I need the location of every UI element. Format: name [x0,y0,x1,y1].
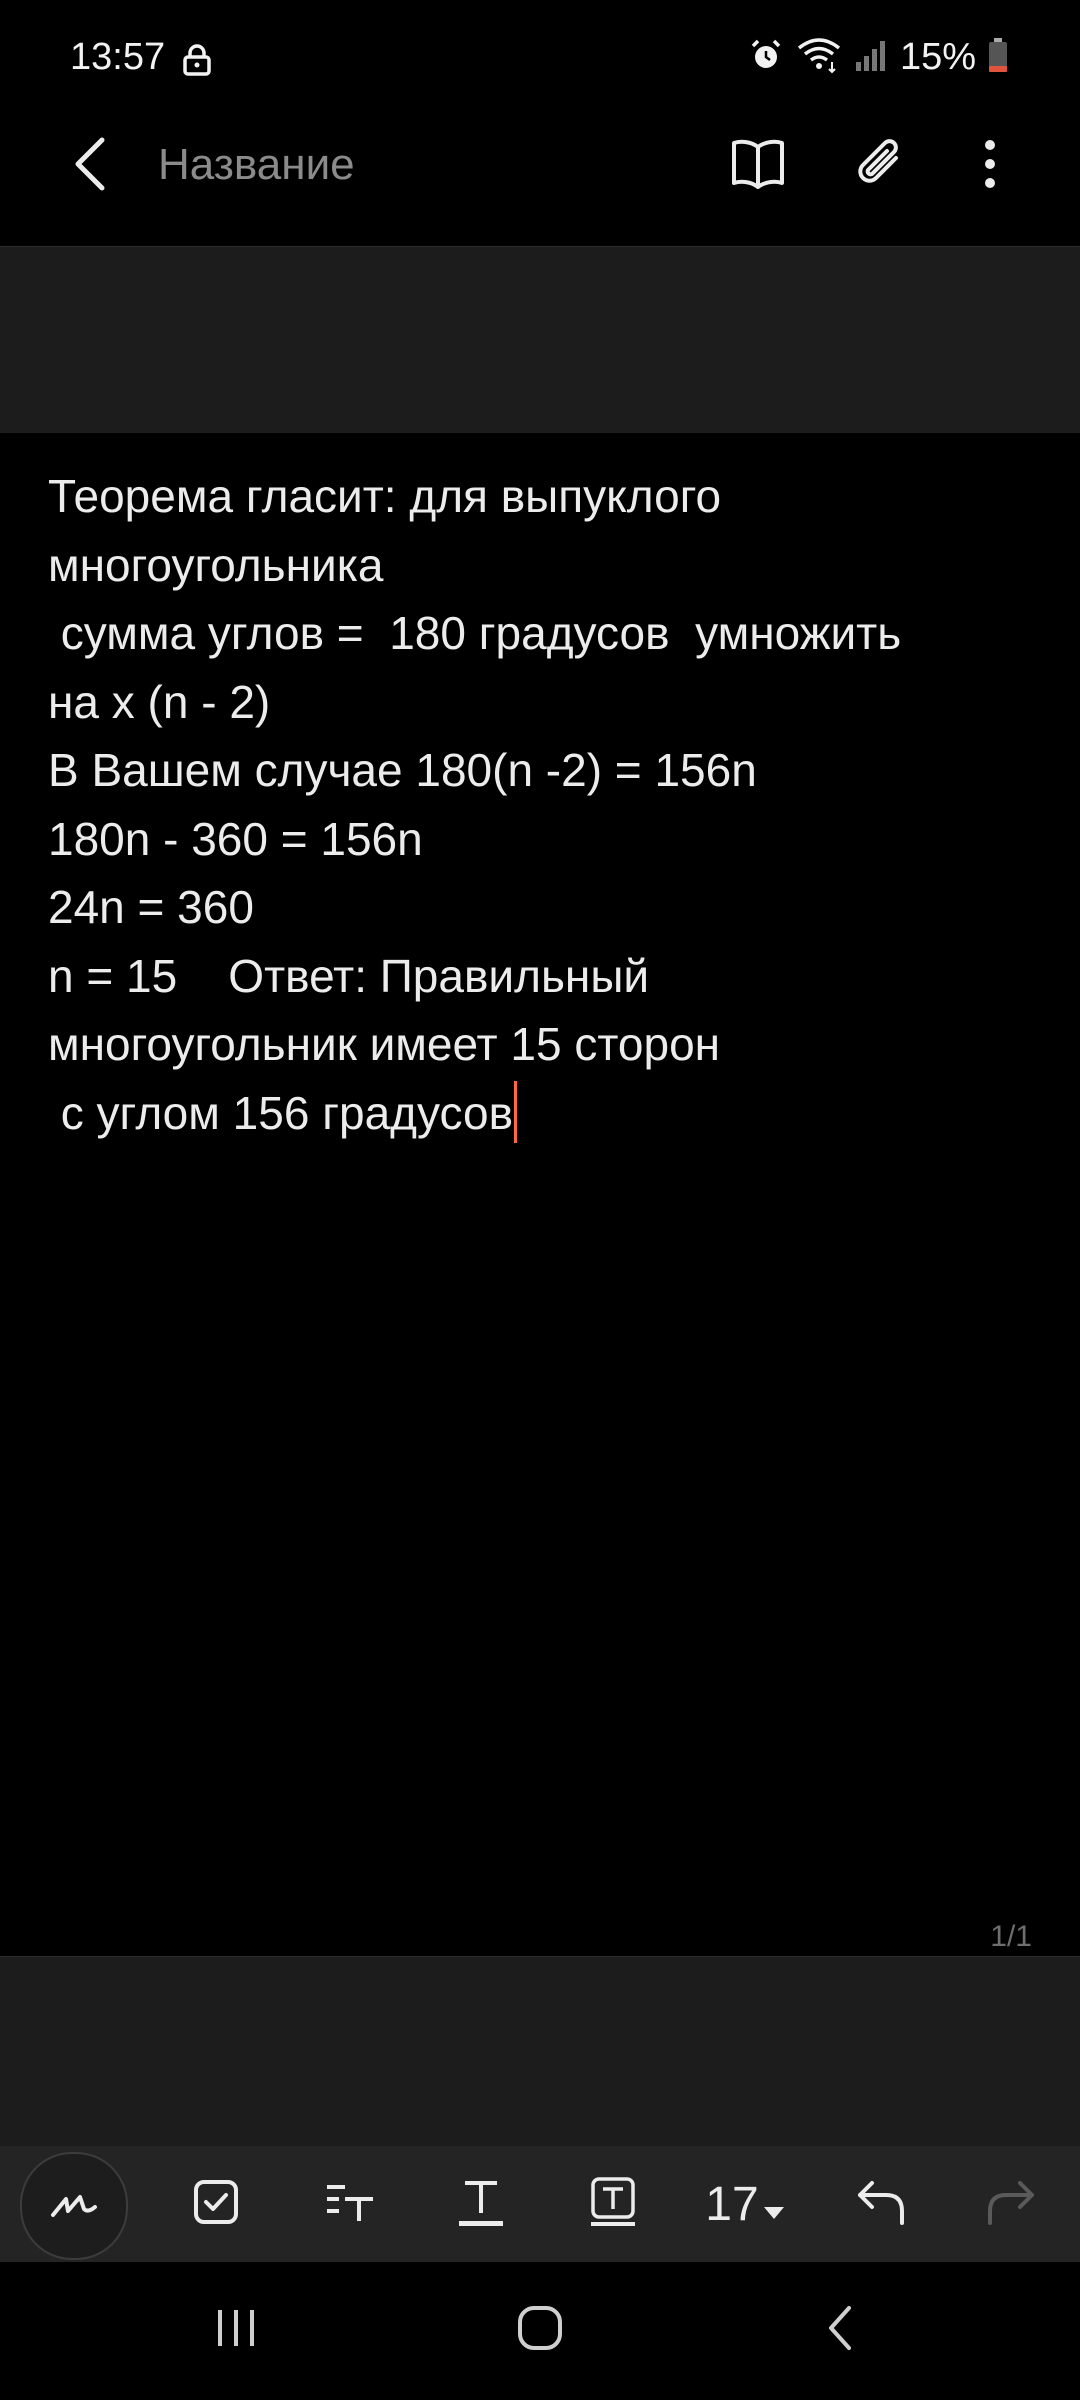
back-arrow-icon [72,136,108,197]
editor-toolbar [0,2146,1080,2262]
home-button[interactable] [490,2290,590,2370]
nav-back-icon [825,2304,855,2357]
note-body-editor[interactable]: Теорема гласит: для выпуклого многоугольн… [48,462,1048,1147]
battery-icon [988,37,1008,78]
note-line: многоугольника [48,538,384,591]
signal-icon [854,38,888,77]
home-icon [516,2304,564,2357]
status-time: 13:57 [70,36,166,78]
checkbox-button[interactable] [182,2160,250,2248]
status-indicators: 15% [748,36,1008,79]
dropdown-arrow-icon [763,2177,785,2232]
lock-icon [182,44,212,76]
more-options-button[interactable] [954,130,1026,202]
font-size-value: 17 [705,2177,759,2231]
paperclip-icon [854,136,910,197]
footer-band [0,1956,1080,2147]
text-color-button[interactable] [446,2160,516,2248]
text-style-button[interactable] [316,2160,384,2248]
more-vert-icon [984,139,996,194]
text-background-icon [589,2176,637,2232]
wifi-icon [796,36,842,79]
text-cursor [514,1080,518,1143]
header-band [0,246,1080,433]
recents-icon [214,2308,258,2353]
pen-mode-button[interactable] [20,2152,128,2260]
undo-icon [856,2179,908,2230]
text-style-icon [325,2181,375,2228]
note-line: с углом 156 градусов [48,1086,514,1139]
note-title-input[interactable]: Название [158,140,355,190]
reading-mode-button[interactable] [722,130,794,202]
text-color-icon [457,2177,505,2232]
undo-button[interactable] [846,2160,918,2248]
note-line: 180n - 360 = 156n [48,812,423,865]
book-icon [730,139,786,194]
note-line: n = 15 Ответ: Правильный [48,949,650,1002]
text-background-button[interactable] [578,2160,648,2248]
note-line: многоугольник имеет 15 сторон [48,1018,721,1070]
battery-percent: 15% [899,36,976,78]
redo-icon [984,2179,1036,2230]
pen-icon [50,2189,98,2224]
note-line: сумма углов = 180 градусов умножить [48,607,902,659]
recents-button[interactable] [186,2290,286,2370]
back-button[interactable] [60,130,120,202]
page-indicator: 1/1 [990,1920,1032,1953]
alarm-icon [748,37,784,78]
note-line: Теорема гласит: для выпуклого [48,470,722,522]
note-line: В Вашем случае 180(n -2) = 156n [48,744,757,796]
redo-button[interactable] [974,2160,1046,2248]
checkbox-icon [192,2178,240,2231]
nav-back-button[interactable] [790,2290,890,2370]
font-size-dropdown[interactable]: 17 [700,2160,790,2248]
note-last-line: с углом 156 градусов [48,1079,1048,1148]
attach-button[interactable] [846,130,918,202]
note-line: на x (n - 2) [48,675,271,728]
note-line: 24n = 360 [48,881,254,933]
